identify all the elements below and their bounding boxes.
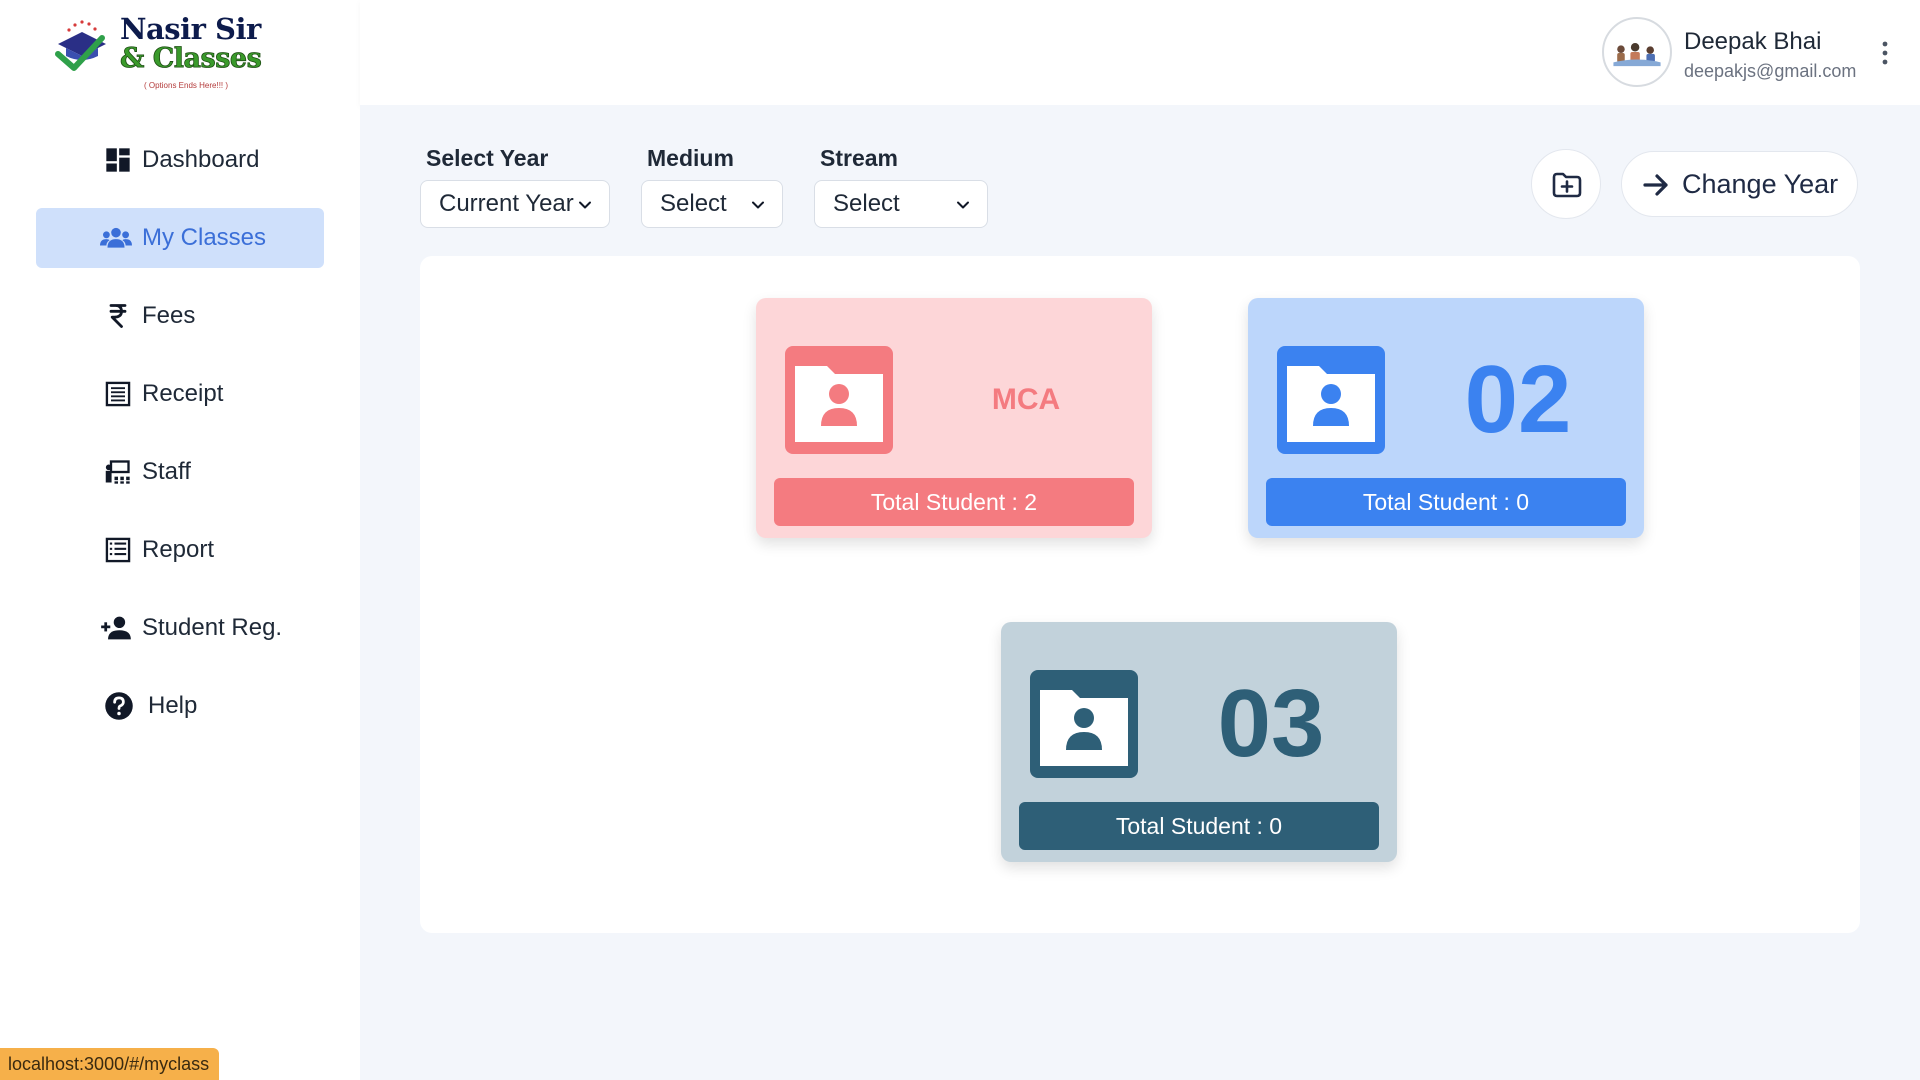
stream-filter-label: Stream (820, 145, 898, 171)
chevron-down-icon (957, 201, 969, 209)
top-header: Deepak Bhai deepakjs@gmail.com (360, 0, 1920, 105)
staff-icon (105, 460, 130, 484)
year-filter: Select Year Current Year (420, 145, 610, 228)
arrow-right-icon (1643, 174, 1668, 196)
medium-select-value: Select (660, 190, 727, 217)
sidebar-item-label: Report (142, 536, 215, 563)
avatar[interactable] (1602, 17, 1672, 87)
folder-user-icon (785, 346, 893, 454)
sidebar-item-label: Staff (142, 458, 191, 485)
class-card-02[interactable]: 02 Total Student : 0 (1248, 298, 1644, 538)
class-name: MCA (991, 383, 1061, 416)
class-name: 02 (1464, 346, 1572, 453)
folder-user-icon (1277, 346, 1385, 454)
medium-filter-label: Medium (647, 145, 734, 171)
class-card-03[interactable]: 03 Total Student : 0 (1001, 622, 1397, 862)
main-content: Select Year Current Year Medium Select S… (360, 105, 1920, 1080)
sidebar-item-my-classes[interactable]: My Classes (36, 208, 324, 268)
report-icon (105, 537, 131, 563)
total-student-bar: Total Student : 0 (1266, 478, 1626, 526)
user-email: deepakjs@gmail.com (1684, 61, 1857, 81)
chevron-down-icon (752, 201, 764, 209)
users-icon (100, 227, 132, 248)
medium-filter: Medium Select (641, 145, 783, 228)
change-year-label: Change Year (1682, 168, 1839, 199)
class-card-mca[interactable]: MCA Total Student : 2 (756, 298, 1152, 538)
rupee-icon (109, 304, 127, 328)
stream-select[interactable]: Select (814, 180, 988, 228)
brand-title: Nasir Sir (120, 12, 261, 46)
stream-select-value: Select (833, 190, 900, 217)
brand-logo[interactable]: Nasir Sir & Classes ( Options Ends Here!… (52, 10, 272, 95)
sidebar-item-label: My Classes (142, 224, 267, 251)
brand-subtitle: & Classes (120, 43, 263, 74)
year-select-value: Current Year (439, 190, 574, 217)
add-user-icon (101, 616, 131, 640)
receipt-icon (105, 381, 131, 407)
sidebar-nav: Dashboard My Classes Fees Receipt Staff … (36, 130, 324, 754)
sidebar-item-dashboard[interactable]: Dashboard (36, 130, 324, 190)
brand-tagline: ( Options Ends Here!!! ) (144, 81, 229, 90)
sidebar-item-fees[interactable]: Fees (36, 286, 324, 346)
classes-panel: MCA Total Student : 2 02 Total Student :… (420, 256, 1860, 933)
sidebar-item-help[interactable]: Help (36, 676, 324, 736)
user-name: Deepak Bhai (1684, 28, 1822, 55)
graduation-cap-logo-icon (55, 20, 106, 71)
class-name: 03 (1217, 670, 1325, 777)
sidebar: Nasir Sir & Classes ( Options Ends Here!… (0, 0, 360, 1080)
help-icon (105, 692, 133, 720)
add-folder-button[interactable] (1531, 149, 1601, 219)
chevron-down-icon (579, 201, 591, 209)
sidebar-item-label: Receipt (142, 380, 224, 407)
sidebar-item-student-reg[interactable]: Student Reg. (36, 598, 324, 658)
sidebar-item-label: Student Reg. (142, 614, 283, 641)
sidebar-item-staff[interactable]: Staff (36, 442, 324, 502)
sidebar-item-label: Dashboard (142, 146, 260, 173)
folder-user-icon (1030, 670, 1138, 778)
link-status-bar: localhost:3000/#/myclass (0, 1048, 219, 1080)
sidebar-item-report[interactable]: Report (36, 520, 324, 580)
change-year-button[interactable]: Change Year (1621, 151, 1858, 217)
sidebar-item-label: Fees (142, 302, 196, 329)
more-options-icon[interactable] (1870, 38, 1900, 68)
year-filter-label: Select Year (426, 145, 549, 171)
sidebar-item-receipt[interactable]: Receipt (36, 364, 324, 424)
sidebar-item-label: Help (148, 692, 198, 719)
medium-select[interactable]: Select (641, 180, 783, 228)
year-select[interactable]: Current Year (420, 180, 610, 228)
total-student-bar: Total Student : 2 (774, 478, 1134, 526)
stream-filter: Stream Select (814, 145, 988, 228)
total-student-bar: Total Student : 0 (1019, 802, 1379, 850)
folder-plus-icon (1552, 172, 1582, 198)
user-avatar-image-icon (1613, 43, 1661, 67)
dashboard-icon (106, 148, 130, 172)
